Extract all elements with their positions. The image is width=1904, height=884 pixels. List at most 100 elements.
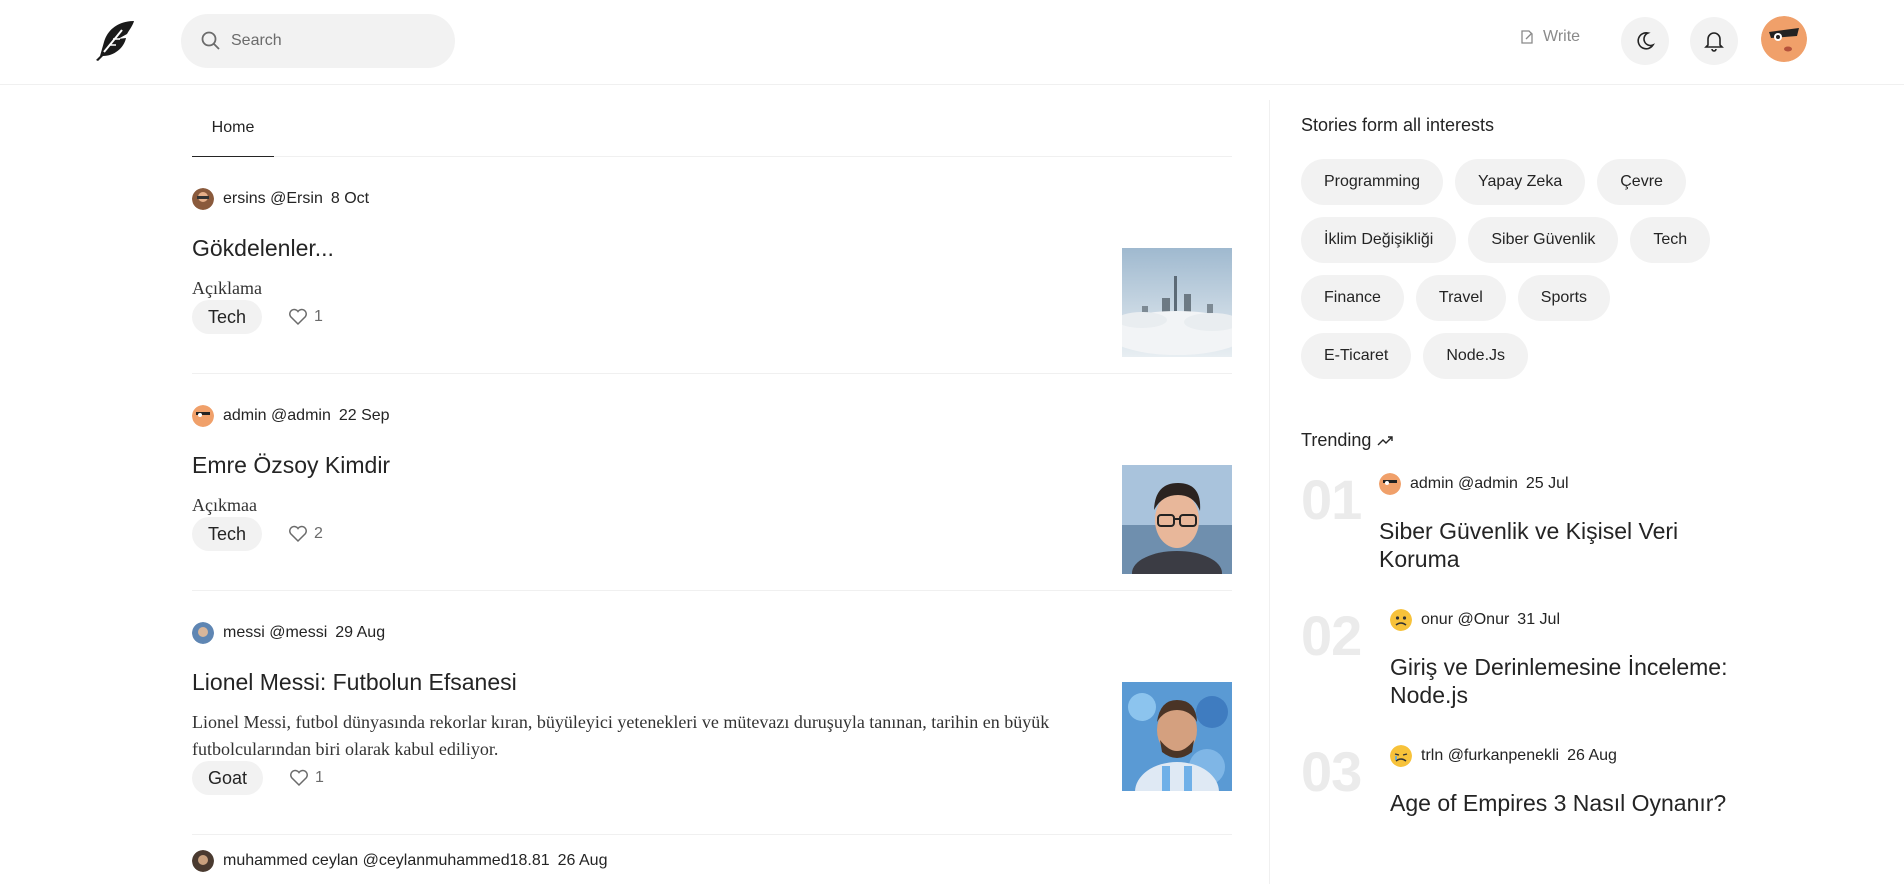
post-footer: Tech 2	[192, 517, 323, 551]
post-thumbnail-portrait-man-glasses[interactable]	[1122, 465, 1232, 574]
post-meta: muhammed ceylan @ceylanmuhammed18.81 26 …	[192, 850, 607, 872]
search-input[interactable]	[231, 32, 431, 50]
trending-item[interactable]: 01 admin @admin 25 Jul Siber Güvenlik ve…	[1301, 467, 1861, 603]
author-name[interactable]: muhammed ceylan	[223, 852, 358, 870]
topic-pill[interactable]: Finance	[1301, 275, 1404, 321]
bell-icon	[1704, 32, 1724, 52]
heart-icon	[290, 769, 309, 787]
trending-title-link[interactable]: Siber Güvenlik ve Kişisel Veri Koruma	[1379, 517, 1719, 573]
post-card[interactable]: ersins @Ersin 8 Oct Gökdelenler... Açıkl…	[192, 157, 1232, 374]
trending-item[interactable]: 02 onur @Onur 31 Jul Giriş ve Derinlemes…	[1301, 603, 1861, 739]
search-bar[interactable]	[181, 14, 455, 68]
trending-item[interactable]: 03 trln @furkanpenekli 26 Aug Age of Emp…	[1301, 739, 1861, 875]
topic-pill[interactable]: Sports	[1517, 275, 1611, 321]
post-thumbnail-city-in-clouds[interactable]	[1122, 248, 1232, 357]
post-description: Lionel Messi, futbol dünyasında rekorlar…	[192, 712, 1050, 759]
trending-heading: Trending	[1301, 430, 1861, 451]
like-count: 1	[314, 308, 323, 325]
post-date: 22 Sep	[338, 407, 390, 424]
trending-title-link[interactable]: Giriş ve Derinlemesine İnceleme: Node.js	[1390, 653, 1730, 709]
author-name[interactable]: admin	[1410, 475, 1454, 493]
feather-logo-icon[interactable]	[92, 18, 140, 64]
author-avatar[interactable]	[192, 188, 214, 210]
tab-bar: Home	[192, 100, 1232, 157]
post-meta: admin @admin 22 Sep	[192, 405, 390, 427]
post-title[interactable]: Gökdelenler...	[192, 235, 334, 262]
write-button[interactable]: Write	[1519, 28, 1580, 46]
post-title[interactable]: Lionel Messi: Futbolun Efsanesi	[192, 669, 517, 696]
write-icon	[1521, 30, 1533, 44]
column-divider	[1269, 100, 1270, 884]
trending-meta: trln @furkanpenekli 26 Aug	[1390, 745, 1617, 767]
post-tag[interactable]: Tech	[192, 517, 263, 551]
topic-pill[interactable]: Yapay Zeka	[1455, 159, 1586, 205]
trending-rank: 03	[1301, 740, 1362, 803]
trending-title: Trending	[1301, 430, 1372, 450]
author-handle: @ceylanmuhammed18.81	[362, 852, 550, 869]
author-handle: @furkanpenekli	[1447, 747, 1560, 764]
author-avatar[interactable]	[1390, 745, 1412, 767]
post-description: Açıkmaa	[192, 495, 257, 515]
post-date: 26 Aug	[557, 852, 608, 869]
post-date: 29 Aug	[335, 624, 386, 641]
like-count: 2	[314, 525, 323, 542]
topic-pill[interactable]: Siber Güvenlik	[1468, 217, 1619, 263]
trending-meta: onur @Onur 31 Jul	[1390, 609, 1560, 631]
topic-pill[interactable]: Çevre	[1597, 159, 1686, 205]
post-tag[interactable]: Goat	[192, 761, 264, 795]
post-meta: messi @messi 29 Aug	[192, 622, 385, 644]
tab-home[interactable]: Home	[192, 100, 274, 157]
like-count: 1	[315, 769, 324, 786]
author-name[interactable]: admin	[223, 407, 267, 425]
author-name[interactable]: trln	[1421, 747, 1443, 765]
post-tag[interactable]: Tech	[192, 300, 263, 334]
topic-pill[interactable]: Tech	[1630, 217, 1711, 263]
post-card[interactable]: admin @admin 22 Sep Emre Özsoy Kimdir Aç…	[192, 374, 1232, 591]
sidebar: Stories form all interests Programming Y…	[1301, 100, 1861, 875]
author-name[interactable]: onur	[1421, 611, 1453, 629]
topic-pill[interactable]: Programming	[1301, 159, 1444, 205]
like-button[interactable]: 1	[288, 308, 323, 326]
notifications-button[interactable]	[1690, 17, 1738, 65]
search-icon	[201, 31, 220, 50]
author-handle: @messi	[269, 624, 328, 641]
author-avatar[interactable]	[192, 850, 214, 872]
feed: Home ersins @Ersin 8 Oct Gökdelenler... …	[192, 100, 1232, 884]
trending-title-link[interactable]: Age of Empires 3 Nasıl Oynanır?	[1390, 789, 1730, 817]
like-button[interactable]: 1	[289, 769, 324, 787]
author-handle: @Ersin	[270, 190, 323, 207]
author-avatar[interactable]	[192, 405, 214, 427]
post-footer: Goat 1	[192, 761, 324, 795]
post-date: 8 Oct	[330, 190, 370, 207]
author-avatar[interactable]	[1379, 473, 1401, 495]
trending-date: 25 Jul	[1525, 475, 1569, 492]
author-avatar[interactable]	[192, 622, 214, 644]
trending-meta: admin @admin 25 Jul	[1379, 473, 1569, 495]
write-label: Write	[1543, 28, 1581, 45]
trending-rank: 01	[1301, 468, 1362, 531]
author-name[interactable]: messi	[223, 624, 265, 642]
topic-pill[interactable]: İklim Değişikliği	[1301, 217, 1457, 263]
topic-pill[interactable]: Travel	[1415, 275, 1506, 321]
post-title[interactable]: Emre Özsoy Kimdir	[192, 452, 390, 479]
top-navbar: Write	[0, 0, 1904, 85]
like-button[interactable]: 2	[288, 525, 323, 543]
post-meta: ersins @Ersin 8 Oct	[192, 188, 369, 210]
moon-icon	[1637, 32, 1655, 50]
trending-rank: 02	[1301, 604, 1362, 667]
trending-date: 26 Aug	[1567, 747, 1617, 764]
post-card[interactable]: messi @messi 29 Aug Lionel Messi: Futbol…	[192, 591, 1232, 835]
theme-toggle-button[interactable]	[1621, 17, 1669, 65]
topics-heading: Stories form all interests	[1301, 115, 1495, 135]
topic-pill[interactable]: E-Ticaret	[1301, 333, 1412, 379]
author-handle: @admin	[271, 407, 331, 424]
post-card[interactable]: muhammed ceylan @ceylanmuhammed18.81 26 …	[192, 835, 1232, 884]
topics-list: Programming Yapay Zeka Çevre İklim Değiş…	[1301, 159, 1741, 391]
author-handle: @admin	[1458, 475, 1518, 492]
author-name[interactable]: ersins	[223, 190, 266, 208]
author-handle: @Onur	[1457, 611, 1510, 628]
author-avatar[interactable]	[1390, 609, 1412, 631]
user-avatar[interactable]	[1761, 16, 1807, 62]
post-thumbnail-messi-painting[interactable]	[1122, 682, 1232, 791]
topic-pill[interactable]: Node.Js	[1423, 333, 1529, 379]
